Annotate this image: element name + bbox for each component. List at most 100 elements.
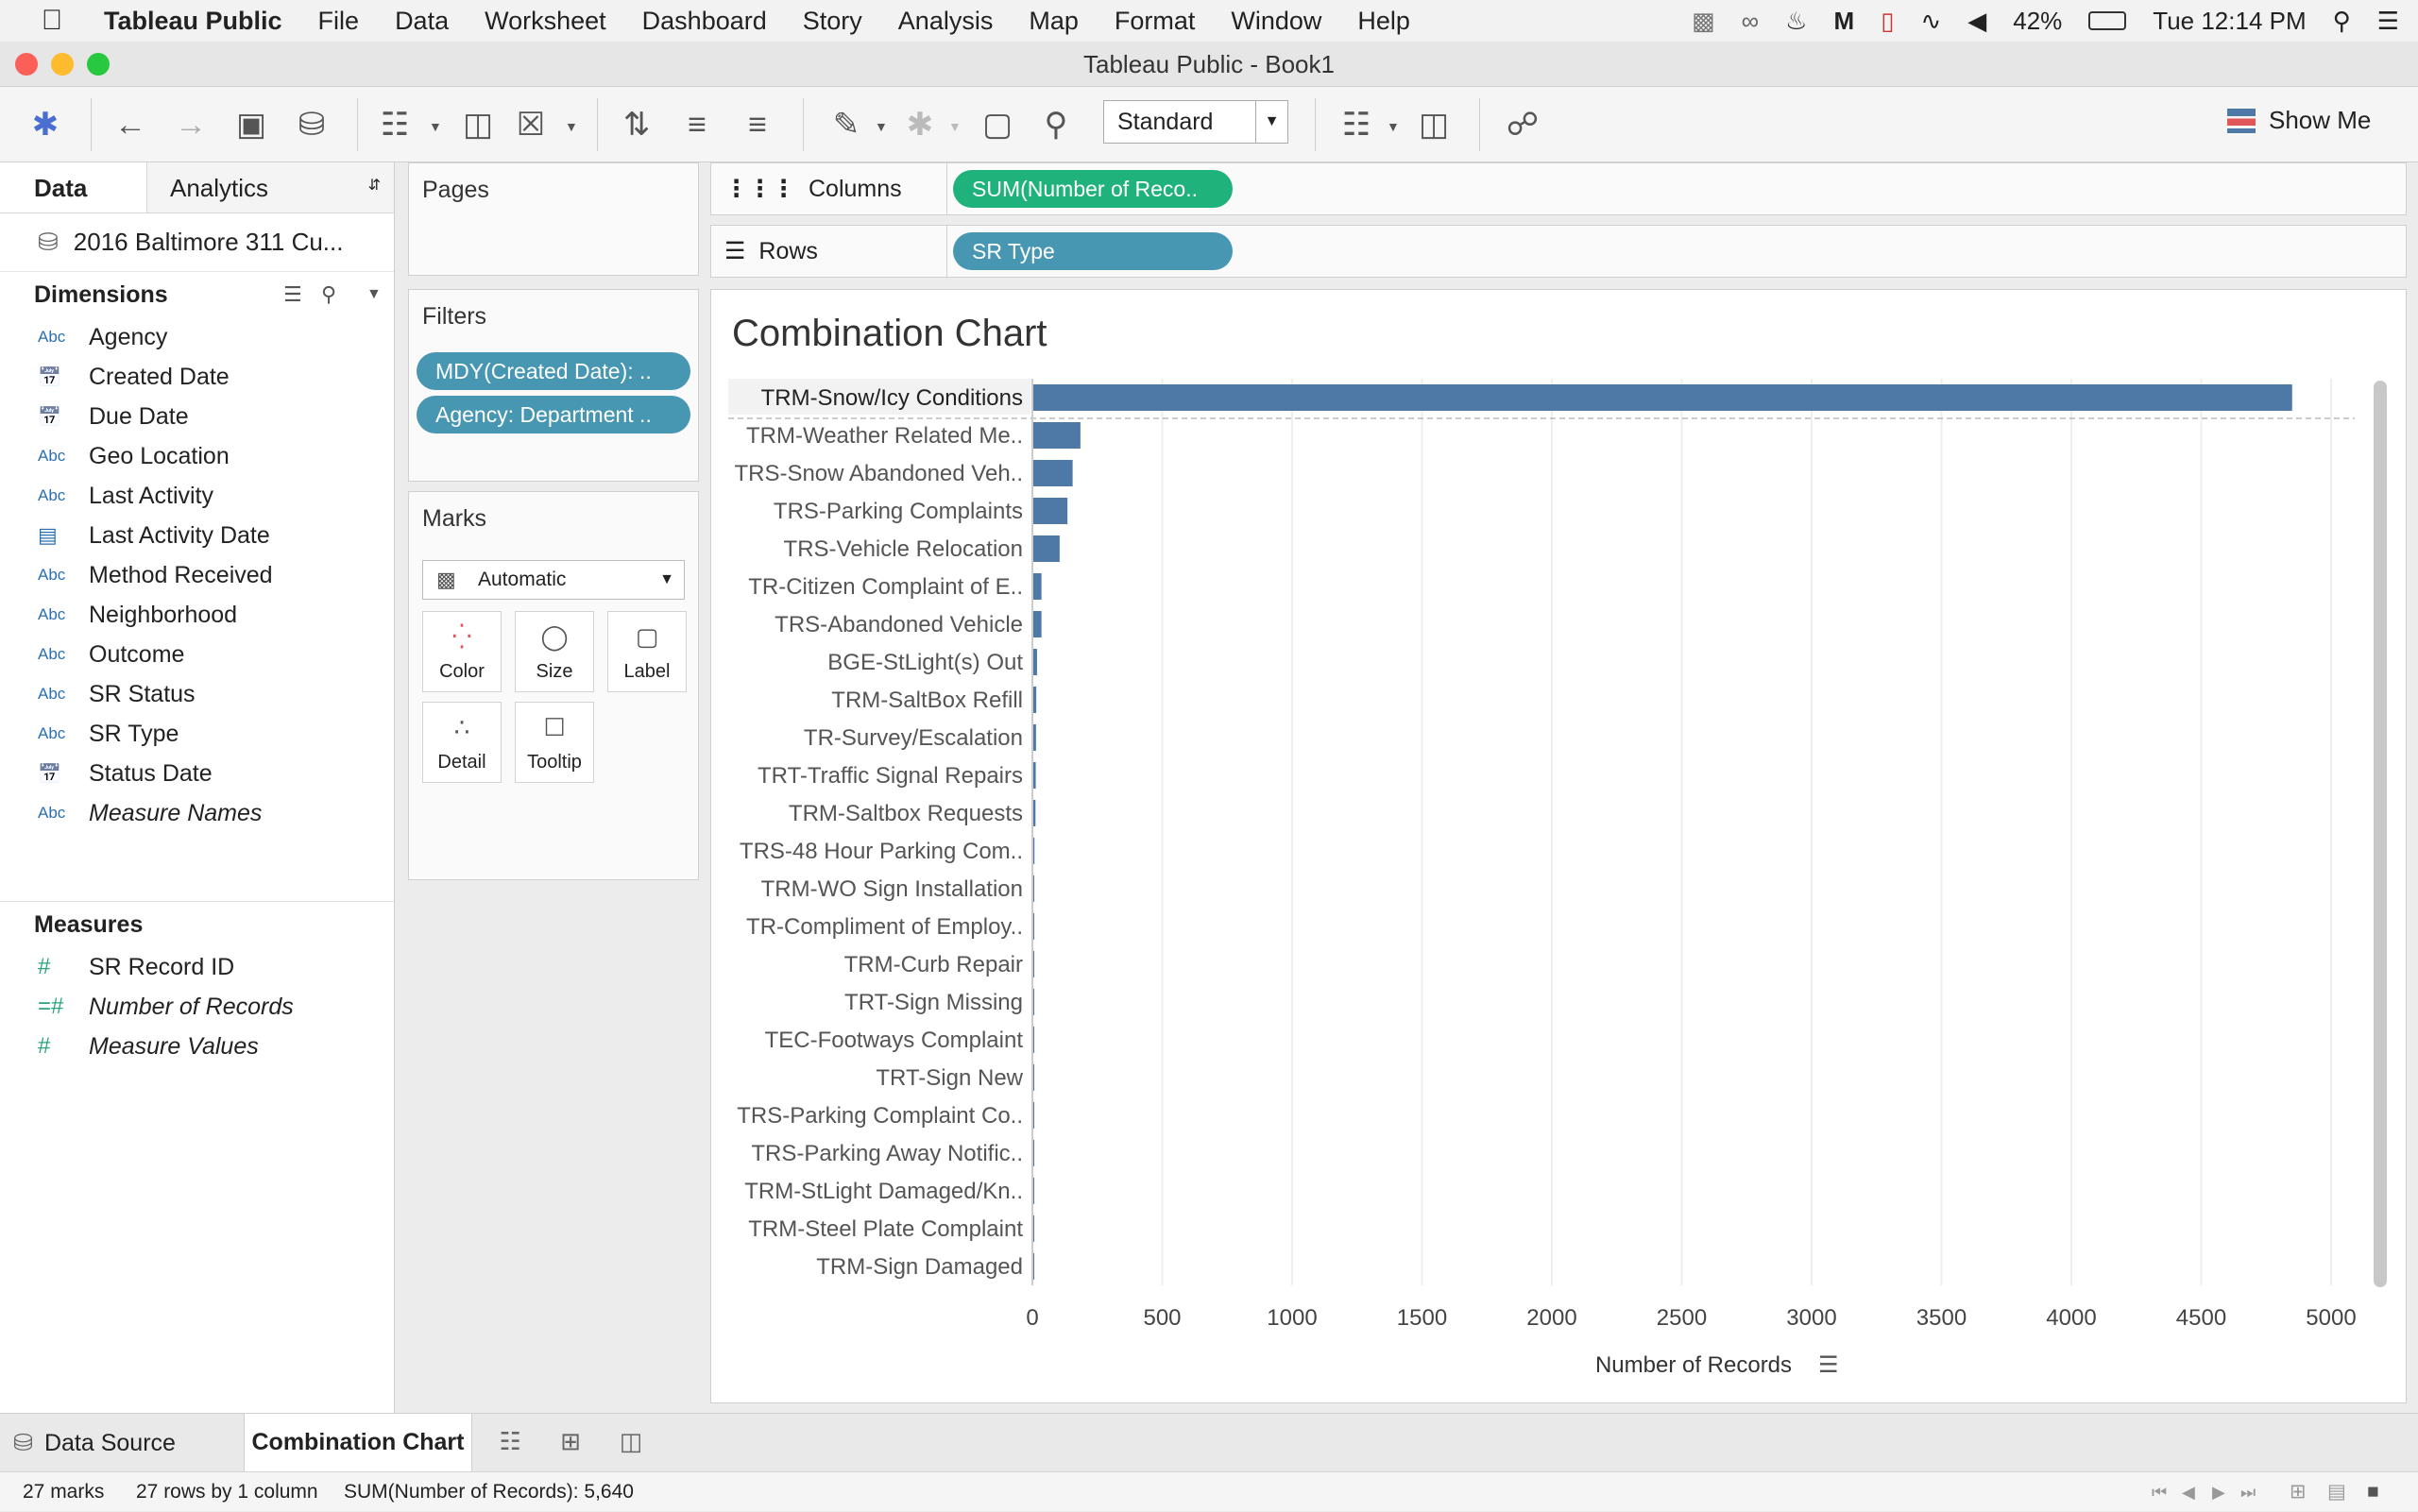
y-category-label[interactable]: TRS-Vehicle Relocation bbox=[784, 536, 1023, 562]
y-category-label[interactable]: TRS-Parking Away Notific.. bbox=[751, 1141, 1023, 1166]
creative-cloud-icon[interactable]: ∞ bbox=[1742, 7, 1760, 36]
pages-card[interactable]: Pages bbox=[408, 162, 699, 276]
clear-sheet-icon[interactable]: ☒ bbox=[510, 104, 552, 145]
bar[interactable] bbox=[1032, 384, 2292, 411]
undo-icon[interactable]: ← bbox=[110, 104, 151, 145]
duplicate-sheet-icon[interactable]: ◫ bbox=[457, 104, 499, 145]
field-last-activity-date[interactable]: ▤ Last Activity Date bbox=[0, 516, 394, 555]
last-sheet-icon[interactable]: ⏭ bbox=[2240, 1472, 2256, 1512]
bar[interactable] bbox=[1032, 460, 1073, 486]
rows-pill[interactable]: SR Type bbox=[953, 232, 1233, 270]
clock[interactable]: Tue 12:14 PM bbox=[2153, 7, 2306, 36]
datasource-item[interactable]: ⛁ 2016 Baltimore 311 Cu... bbox=[0, 213, 394, 272]
highlight-icon[interactable]: ✎ bbox=[826, 104, 867, 145]
bar[interactable] bbox=[1032, 573, 1042, 600]
rows-shelf[interactable]: ☰ Rows SR Type bbox=[710, 225, 2407, 278]
battery-percent[interactable]: 42% bbox=[2013, 7, 2062, 36]
menu-data[interactable]: Data bbox=[395, 7, 449, 36]
new-worksheet-icon[interactable]: ☷ bbox=[491, 1427, 529, 1461]
tableau-logo-icon[interactable]: ✱ bbox=[25, 104, 66, 145]
prev-sheet-icon[interactable]: ◀ bbox=[2182, 1472, 2195, 1512]
fix-axes-pin-icon[interactable]: ⚲ bbox=[1035, 104, 1077, 145]
y-category-label[interactable]: TRM-Snow/Icy Conditions bbox=[761, 385, 1023, 411]
y-category-label[interactable]: TRM-Curb Repair bbox=[844, 952, 1023, 977]
apple-menu-icon[interactable]:  bbox=[0, 5, 104, 37]
sort-descending-icon[interactable]: ≡ bbox=[737, 104, 778, 145]
swap-rows-columns-icon[interactable]: ⇅ bbox=[616, 104, 657, 145]
new-datasource-icon[interactable]: ⛁ bbox=[291, 104, 332, 145]
field-due-date[interactable]: 📅 Due Date bbox=[0, 397, 394, 436]
presentation-mode-icon[interactable]: ◫ bbox=[1413, 104, 1455, 145]
save-icon[interactable]: ▣ bbox=[230, 104, 272, 145]
detail-button[interactable]: ∴ Detail bbox=[422, 702, 502, 783]
y-category-label[interactable]: TRS-48 Hour Parking Com.. bbox=[740, 839, 1023, 864]
tab-combination-chart[interactable]: Combination Chart bbox=[244, 1414, 472, 1472]
y-category-label[interactable]: BGE-StLight(s) Out bbox=[827, 650, 1023, 675]
pane-menu-dropdown-icon[interactable]: ▼ bbox=[366, 272, 382, 317]
view-list-icon[interactable]: ☰ bbox=[283, 272, 302, 317]
search-icon[interactable]: ⚲ bbox=[321, 272, 336, 317]
scrollbar-thumb[interactable] bbox=[2374, 381, 2387, 1287]
sheet-sorter-icon[interactable]: ⊞ bbox=[2290, 1472, 2307, 1512]
share-icon[interactable]: ☍ bbox=[1502, 104, 1543, 145]
minimize-window-button[interactable] bbox=[51, 53, 74, 76]
tab-data[interactable]: Data bbox=[0, 162, 147, 212]
sort-ascending-icon[interactable]: ≡ bbox=[676, 104, 718, 145]
menu-format[interactable]: Format bbox=[1115, 7, 1196, 36]
tooltip-button[interactable]: ☐ Tooltip bbox=[515, 702, 594, 783]
field-outcome[interactable]: Abc Outcome bbox=[0, 635, 394, 674]
flame-icon[interactable]: ♨ bbox=[1785, 7, 1807, 36]
menu-story[interactable]: Story bbox=[803, 7, 862, 36]
label-button[interactable]: ▢ Label bbox=[607, 611, 687, 692]
show-cards-dropdown-icon[interactable]: ▼ bbox=[1387, 119, 1400, 134]
notification-center-icon[interactable]: ☰ bbox=[2377, 7, 2399, 36]
y-category-label[interactable]: TRT-Sign Missing bbox=[844, 990, 1023, 1015]
robot-icon[interactable]: ▩ bbox=[1692, 7, 1715, 36]
field-last-activity[interactable]: Abc Last Activity bbox=[0, 476, 394, 516]
y-category-label[interactable]: TRT-Sign New bbox=[876, 1065, 1023, 1091]
menu-dashboard[interactable]: Dashboard bbox=[642, 7, 767, 36]
filmstrip-icon[interactable]: ▤ bbox=[2327, 1472, 2346, 1512]
filter-pill-created-date[interactable]: MDY(Created Date): .. bbox=[417, 352, 690, 390]
field-agency[interactable]: Abc Agency bbox=[0, 317, 394, 357]
new-worksheet-icon[interactable]: ☷ bbox=[374, 104, 416, 145]
color-button[interactable]: ⁛ Color bbox=[422, 611, 502, 692]
y-category-label[interactable]: TEC-Footways Complaint bbox=[765, 1028, 1024, 1053]
highlight-dropdown-icon[interactable]: ▼ bbox=[875, 119, 888, 134]
bar[interactable] bbox=[1032, 611, 1042, 637]
new-story-icon[interactable]: ◫ bbox=[612, 1427, 650, 1461]
battery-icon[interactable] bbox=[2088, 11, 2127, 30]
field-measure-names[interactable]: Abc Measure Names bbox=[0, 793, 394, 833]
menu-worksheet[interactable]: Worksheet bbox=[485, 7, 606, 36]
mark-type-select[interactable]: ▩ Automatic ▼ bbox=[422, 560, 685, 600]
y-category-label[interactable]: TRM-Weather Related Me.. bbox=[746, 423, 1023, 449]
menu-window[interactable]: Window bbox=[1231, 7, 1321, 36]
group-members-icon[interactable]: ✱ bbox=[899, 104, 941, 145]
menu-analysis[interactable]: Analysis bbox=[898, 7, 994, 36]
menu-help[interactable]: Help bbox=[1357, 7, 1410, 36]
y-category-label[interactable]: TR-Survey/Escalation bbox=[804, 725, 1023, 751]
first-sheet-icon[interactable]: ⏮ bbox=[2152, 1472, 2167, 1512]
y-category-label[interactable]: TRM-Steel Plate Complaint bbox=[748, 1216, 1023, 1242]
columns-pill[interactable]: SUM(Number of Reco.. bbox=[953, 170, 1233, 208]
field-sr-status[interactable]: Abc SR Status bbox=[0, 674, 394, 714]
y-category-label[interactable]: TR-Citizen Complaint of E.. bbox=[748, 574, 1023, 600]
field-status-date[interactable]: 📅 Status Date bbox=[0, 754, 394, 793]
new-worksheet-dropdown-icon[interactable]: ▼ bbox=[429, 119, 442, 134]
tabs-view-icon[interactable]: ■ bbox=[2367, 1472, 2379, 1512]
clear-sheet-dropdown-icon[interactable]: ▼ bbox=[565, 119, 578, 134]
show-cards-icon[interactable]: ☷ bbox=[1336, 104, 1377, 145]
show-mark-labels-icon[interactable]: ▢ bbox=[977, 104, 1018, 145]
filter-pill-agency[interactable]: Agency: Department .. bbox=[417, 396, 690, 433]
bar[interactable] bbox=[1032, 498, 1068, 524]
tab-data-source[interactable]: ⛁ Data Source bbox=[13, 1414, 176, 1472]
y-category-label[interactable]: TRM-StLight Damaged/Kn.. bbox=[744, 1179, 1023, 1204]
tab-analytics[interactable]: Analytics ⇵ bbox=[147, 162, 394, 212]
show-me-button[interactable]: Show Me bbox=[2227, 106, 2371, 135]
viz-area[interactable]: Combination Chart 0 500 1000 1500 2000 2500 30… bbox=[710, 289, 2407, 1403]
y-category-label[interactable]: TRM-WO Sign Installation bbox=[761, 876, 1023, 902]
y-category-label[interactable]: TRM-Saltbox Requests bbox=[789, 801, 1023, 826]
field-sr-type[interactable]: Abc SR Type bbox=[0, 714, 394, 754]
menu-map[interactable]: Map bbox=[1029, 7, 1079, 36]
field-number-of-records[interactable]: =# Number of Records bbox=[0, 987, 394, 1027]
